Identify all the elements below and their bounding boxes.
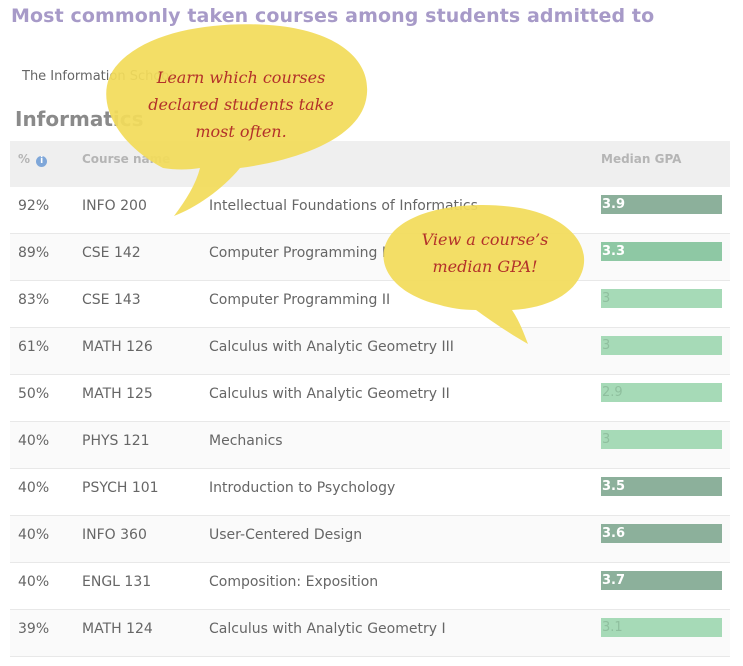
table-header: % i Course name Median GPA (10, 141, 730, 187)
table-row[interactable]: 39% MATH 124 Calculus with Analytic Geomet… (10, 610, 730, 657)
course-name[interactable]: Calculus with Analytic Geometry III (209, 339, 454, 355)
info-icon[interactable]: i (36, 156, 48, 167)
median-gpa-bar: 3 (601, 336, 722, 355)
table-row[interactable]: 92% INFO 200 Intellectual Foundations of I… (10, 187, 730, 234)
course-name[interactable]: Computer Programming I (209, 245, 386, 261)
table-row[interactable]: 40% PHYS 121 Mechanics 3 (10, 422, 730, 469)
course-code[interactable]: MATH 126 (82, 339, 153, 355)
course-name[interactable]: Introduction to Psychology (209, 480, 395, 496)
median-gpa-bar: 3 (601, 430, 722, 449)
course-name[interactable]: Mechanics (209, 433, 283, 449)
course-code[interactable]: CSE 142 (82, 245, 141, 261)
header-course-name[interactable]: Course name (82, 152, 170, 166)
table-body: 92% INFO 200 Intellectual Foundations of I… (10, 187, 730, 657)
course-code[interactable]: PSYCH 101 (82, 480, 159, 496)
table-row[interactable]: 83% CSE 143 Computer Programming II 3 (10, 281, 730, 328)
median-gpa-bar: 3 (601, 289, 722, 308)
course-code[interactable]: INFO 200 (82, 198, 147, 214)
median-gpa-bar: 3.5 (601, 477, 722, 496)
median-gpa-bar: 3.1 (601, 618, 722, 637)
callout-courses-line: most often. (195, 122, 287, 141)
course-pct: 40% (18, 574, 50, 590)
table-row[interactable]: 61% MATH 126 Calculus with Analytic Geomet… (10, 328, 730, 375)
courses-table: % i Course name Median GPA 92% INFO 200 In… (10, 141, 730, 657)
course-code[interactable]: INFO 360 (82, 527, 147, 543)
median-gpa-bar: 2.9 (601, 383, 722, 402)
course-pct: 61% (18, 339, 50, 355)
course-pct: 39% (18, 621, 50, 637)
course-code[interactable]: CSE 143 (82, 292, 141, 308)
header-pct-label: % (18, 152, 31, 166)
callout-gpa-line: median GPA! (432, 257, 538, 276)
course-name[interactable]: Intellectual Foundations of Informatics (209, 198, 478, 214)
page-title: Most commonly taken courses among studen… (11, 5, 655, 27)
table-row[interactable]: 40% PSYCH 101 Introduction to Psychology 3.… (10, 469, 730, 516)
course-pct: 50% (18, 386, 50, 402)
table-row[interactable]: 40% INFO 360 User-Centered Design 3.6 (10, 516, 730, 563)
course-pct: 89% (18, 245, 50, 261)
callout-text-gpa: View a course’s median GPA! (392, 226, 578, 280)
callout-text-courses: Learn which courses declared students ta… (118, 64, 364, 145)
course-code[interactable]: MATH 124 (82, 621, 153, 637)
course-code[interactable]: ENGL 131 (82, 574, 151, 590)
header-median-gpa[interactable]: Median GPA (601, 152, 681, 166)
table-row[interactable]: 89% CSE 142 Computer Programming I 3.3 (10, 234, 730, 281)
course-pct: 83% (18, 292, 50, 308)
callout-courses-line: Learn which courses (156, 68, 326, 87)
callout-gpa-line: View a course’s (421, 230, 549, 249)
course-code[interactable]: PHYS 121 (82, 433, 150, 449)
course-pct: 92% (18, 198, 50, 214)
median-gpa-bar: 3.3 (601, 242, 722, 261)
course-code[interactable]: MATH 125 (82, 386, 153, 402)
course-pct: 40% (18, 433, 50, 449)
header-pct[interactable]: % i (18, 152, 48, 167)
callout-courses-line: declared students take (148, 95, 334, 114)
course-name[interactable]: Calculus with Analytic Geometry I (209, 621, 446, 637)
course-pct: 40% (18, 527, 50, 543)
median-gpa-bar: 3.6 (601, 524, 722, 543)
course-name[interactable]: Computer Programming II (209, 292, 390, 308)
course-pct: 40% (18, 480, 50, 496)
table-row[interactable]: 40% ENGL 131 Composition: Exposition 3.7 (10, 563, 730, 610)
course-name[interactable]: Calculus with Analytic Geometry II (209, 386, 450, 402)
median-gpa-bar: 3.9 (601, 195, 722, 214)
course-name[interactable]: User-Centered Design (209, 527, 362, 543)
course-name[interactable]: Composition: Exposition (209, 574, 378, 590)
median-gpa-bar: 3.7 (601, 571, 722, 590)
table-row[interactable]: 50% MATH 125 Calculus with Analytic Geomet… (10, 375, 730, 422)
